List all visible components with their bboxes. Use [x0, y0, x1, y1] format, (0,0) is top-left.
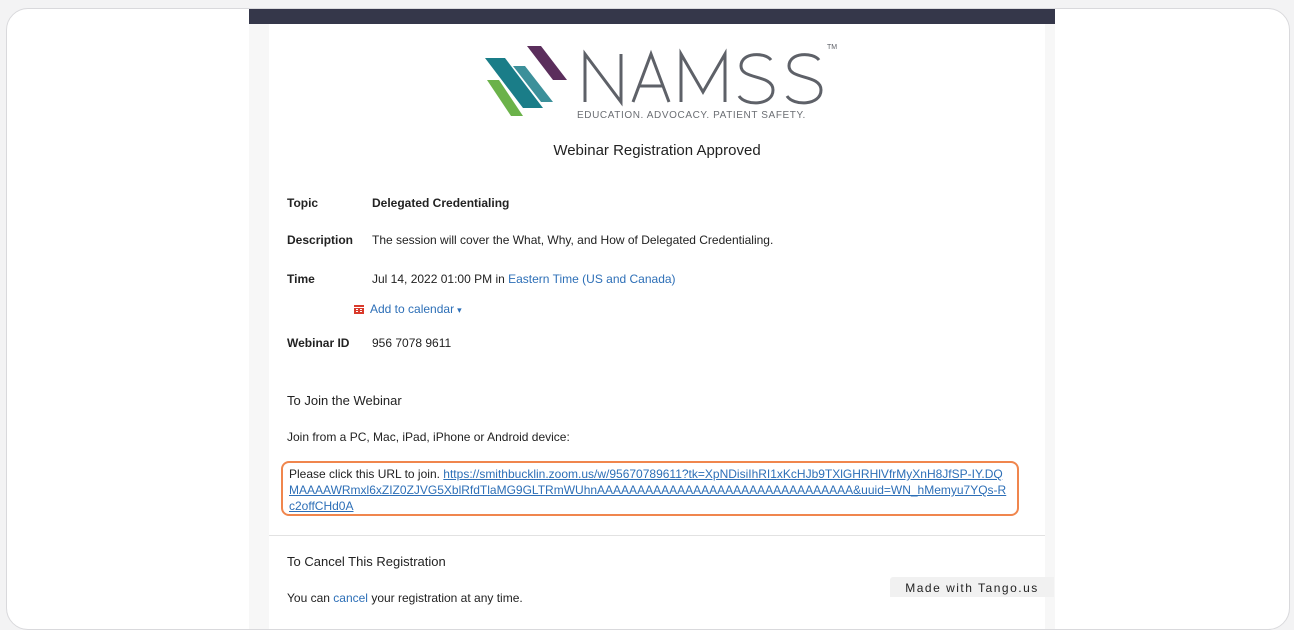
topic-label: Topic — [287, 196, 319, 210]
time-datetime: Jul 14, 2022 01:00 PM — [372, 272, 493, 286]
join-devices-text: Join from a PC, Mac, iPad, iPhone or And… — [287, 430, 570, 444]
cancel-prefix: You can — [287, 591, 330, 605]
email-card: TM NAMSS EDUCATION. ADVOCACY. PATIENT SA… — [269, 24, 1045, 629]
section-divider — [269, 535, 1045, 536]
calendar-icon — [354, 305, 364, 314]
add-to-calendar-label: Add to calendar — [370, 302, 455, 316]
join-heading: To Join the Webinar — [287, 393, 402, 408]
add-to-calendar-button[interactable]: Add to calendar ▾ — [354, 302, 462, 316]
cancel-suffix: your registration at any time. — [371, 591, 523, 605]
join-url-box: Please click this URL to join. https://s… — [281, 461, 1019, 516]
tango-watermark: Made with Tango.us — [890, 577, 1054, 597]
cancel-text: You can cancel your registration at any … — [287, 591, 523, 605]
description-label: Description — [287, 233, 354, 247]
top-bar — [249, 9, 1055, 24]
email-page: TM NAMSS EDUCATION. ADVOCACY. PATIENT SA… — [249, 9, 1055, 629]
screenshot-frame: TM NAMSS EDUCATION. ADVOCACY. PATIENT SA… — [6, 8, 1290, 630]
trademark-mark: TM — [827, 44, 838, 51]
webinar-id-label: Webinar ID — [287, 336, 350, 350]
join-url-prefix: Please click this URL to join. — [289, 467, 440, 481]
cancel-heading: To Cancel This Registration — [287, 554, 446, 569]
time-value: Jul 14, 2022 01:00 PM in Eastern Time (U… — [372, 272, 676, 286]
webinar-id-value: 956 7078 9611 — [372, 336, 452, 350]
cancel-link[interactable]: cancel — [333, 591, 368, 605]
description-value: The session will cover the What, Why, an… — [372, 233, 774, 247]
time-connector: in — [495, 272, 505, 286]
page-title: Webinar Registration Approved — [553, 142, 761, 159]
topic-value: Delegated Credentialing — [372, 196, 510, 210]
namss-logo: TM NAMSS EDUCATION. ADVOCACY. PATIENT SA… — [465, 36, 865, 131]
caret-down-icon: ▾ — [457, 305, 462, 315]
timezone-link[interactable]: Eastern Time (US and Canada) — [508, 272, 675, 286]
time-label: Time — [287, 272, 315, 286]
brand-tagline: EDUCATION. ADVOCACY. PATIENT SAFETY. — [577, 110, 806, 121]
